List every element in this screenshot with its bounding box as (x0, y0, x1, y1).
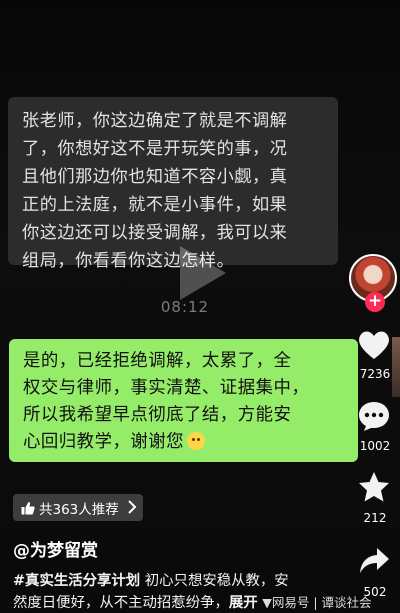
description-text: 初心只想安稳从教，安 (144, 573, 289, 589)
favorite-count: 212 (363, 511, 387, 525)
smile-emoji-icon (187, 432, 206, 450)
comment-count: 1002 (359, 439, 391, 453)
description-line: 然度日便好，从不主动招惹纷争，展开 ▼网易号 | 谭谈社会 (13, 591, 400, 612)
follow-button[interactable]: + (365, 292, 385, 312)
description-text: 然度日便好，从不主动招惹纷争， (13, 595, 229, 611)
watermark: ▼网易号 | 谭谈社会 (262, 595, 372, 610)
outgoing-line: 心回归教学，谢谢您 (23, 429, 350, 456)
incoming-line: 了，你想好这不是开玩笑的事，况 (22, 139, 288, 159)
incoming-line: 组局，你看看你这边怎样。 (22, 251, 235, 271)
hashtag-link[interactable]: #真实生活分享计划 (13, 573, 140, 589)
incoming-line: 正的上法庭，就不是小事件，如果 (22, 195, 288, 215)
incoming-line: 且他们那边你也知道不容小觑，真 (22, 167, 288, 187)
outgoing-line: 权交与律师，事实清楚、证据集中， (23, 378, 310, 398)
thumbs-up-icon (21, 501, 35, 514)
play-icon[interactable] (180, 246, 226, 300)
incoming-message-bubble: 张老师，你这边确定了就是不调解 了，你想好这不是开玩笑的事，况 且他们那边你也知… (8, 97, 338, 271)
like-count: 7236 (359, 367, 391, 381)
heart-icon[interactable] (357, 329, 391, 361)
recommend-pill[interactable]: 共363人推荐 (13, 494, 143, 521)
outgoing-line: 是的，已经拒绝调解，太累了，全 (23, 351, 292, 371)
incoming-line: 张老师，你这边确定了就是不调解 (22, 111, 288, 131)
chevron-right-icon (128, 500, 137, 514)
outgoing-line-text: 心回归教学，谢谢您 (23, 432, 185, 452)
incoming-line: 你这边还可以接受调解，我可以来 (22, 223, 288, 243)
outgoing-message-bubble: 是的，已经拒绝调解，太累了，全 权交与律师，事实清楚、证据集中， 所以我希望早点… (9, 339, 358, 462)
description-line: #真实生活分享计划 初心只想安稳从教，安 (13, 569, 393, 590)
outgoing-line: 所以我希望早点彻底了结，方能安 (23, 405, 292, 425)
video-time: 08:12 (160, 298, 210, 316)
expand-button[interactable]: 展开 (229, 595, 258, 611)
star-icon[interactable] (358, 471, 390, 503)
author-name[interactable]: @为梦留赏 (13, 536, 98, 561)
comment-icon[interactable] (357, 400, 391, 432)
recommend-label: 共363人推荐 (39, 501, 119, 518)
